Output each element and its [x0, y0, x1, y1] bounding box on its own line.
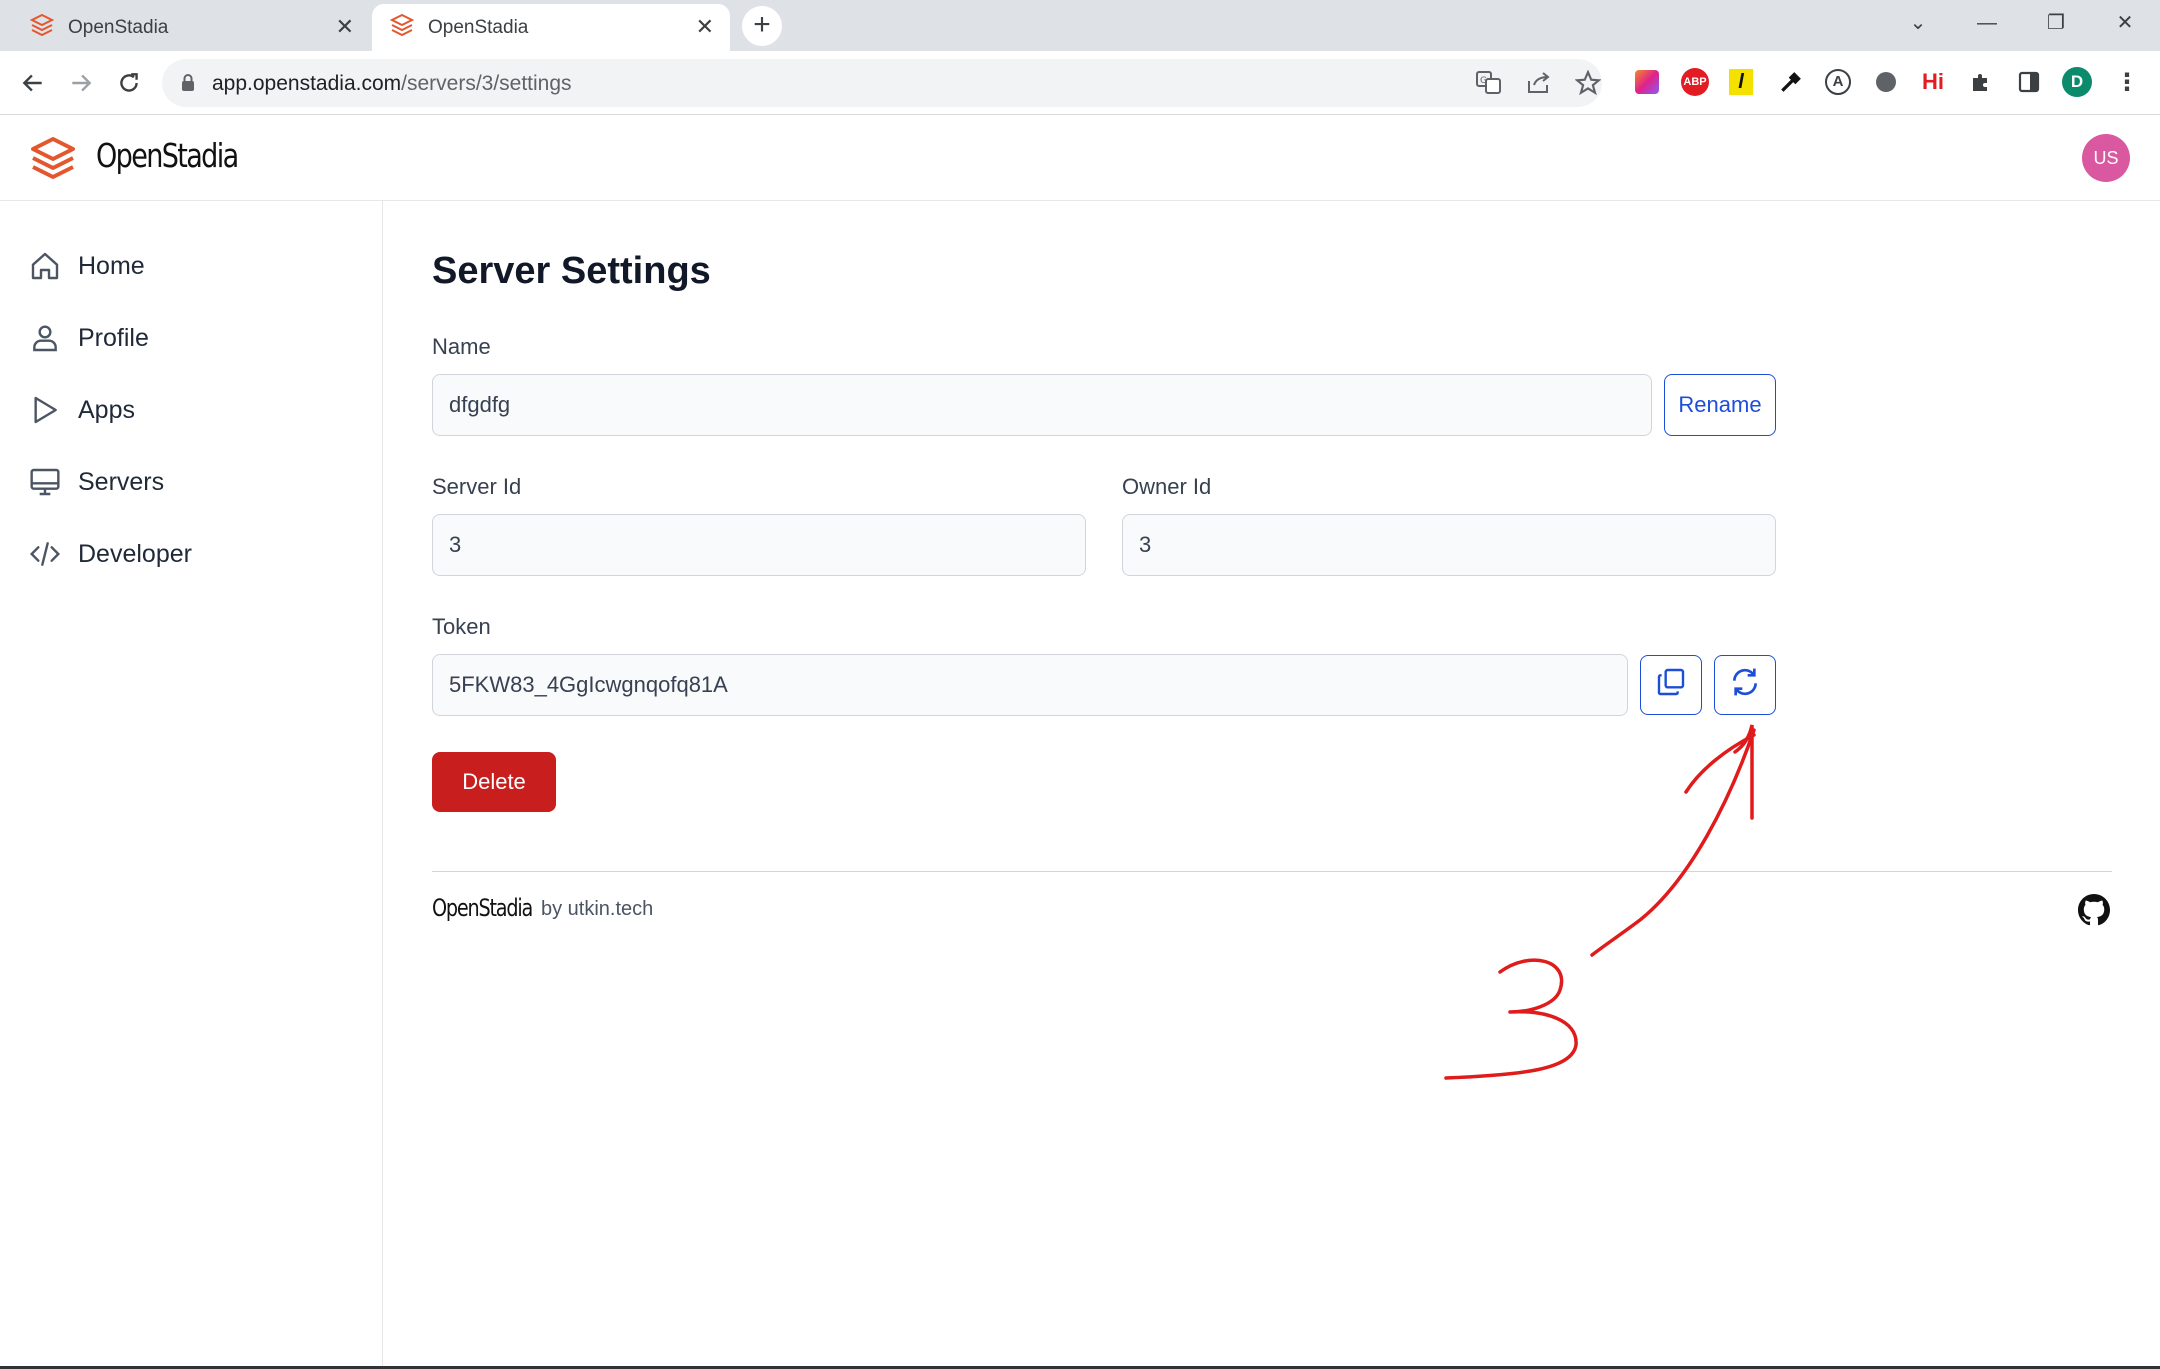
user-icon	[28, 321, 62, 355]
code-icon	[28, 537, 62, 571]
browser-tabstrip: OpenStadia ✕ OpenStadia ✕ + ⌄ — ❐ ✕	[0, 0, 2160, 51]
back-icon[interactable]	[14, 64, 52, 102]
owner-id-field[interactable]: 3	[1122, 514, 1776, 576]
token-label: Token	[432, 614, 491, 639]
gradient-extension-icon[interactable]	[1632, 67, 1662, 97]
footer-divider	[432, 871, 2112, 872]
openstadia-favicon-icon	[389, 13, 415, 43]
home-icon	[28, 249, 62, 283]
sidebar-item-developer[interactable]: Developer	[28, 534, 192, 574]
sidebar-item-label: Developer	[78, 539, 192, 568]
user-avatar[interactable]: US	[2082, 134, 2130, 182]
openstadia-favicon-icon	[29, 13, 55, 43]
profile-avatar[interactable]: D	[2062, 67, 2092, 97]
github-icon[interactable]	[2078, 894, 2110, 931]
annotation-arrow-3	[1420, 700, 1780, 1105]
tab-title: OpenStadia	[68, 16, 169, 38]
hi-extension-icon[interactable]: Hi	[1918, 67, 1948, 97]
svg-text:G: G	[1480, 76, 1487, 86]
server-id-label: Server Id	[432, 474, 522, 499]
adblock-plus-icon[interactable]: ABP	[1680, 67, 1710, 97]
name-field[interactable]: dfgdfg	[432, 374, 1652, 436]
restore-icon[interactable]: ❐	[2036, 6, 2076, 40]
name-label: Name	[432, 334, 491, 359]
forward-icon[interactable]	[62, 64, 100, 102]
highlighter-extension-icon[interactable]: l	[1726, 67, 1756, 97]
copy-icon	[1655, 666, 1687, 704]
tab-search-chevron-icon[interactable]: ⌄	[1898, 6, 1938, 40]
sidebar-item-apps[interactable]: Apps	[28, 390, 135, 430]
owner-id-label: Owner Id	[1122, 474, 1212, 499]
monitor-icon	[28, 465, 62, 499]
url-host: app.openstadia.com	[212, 72, 402, 95]
address-bar[interactable]: app.openstadia.com/servers/3/settings G	[162, 59, 1602, 107]
browser-tab-1[interactable]: OpenStadia ✕	[18, 4, 370, 51]
rename-button[interactable]: Rename	[1664, 374, 1776, 436]
eyedropper-icon[interactable]	[1776, 67, 1806, 97]
sidebar-item-label: Home	[78, 251, 145, 280]
tab-title: OpenStadia	[428, 16, 529, 38]
browser-tab-2[interactable]: OpenStadia ✕	[372, 4, 730, 51]
reload-icon[interactable]	[110, 64, 148, 102]
close-icon[interactable]: ✕	[696, 14, 714, 40]
sidebar: Home Profile Apps Servers Developer	[0, 201, 383, 1369]
lock-icon[interactable]	[180, 73, 196, 98]
refresh-icon	[1729, 666, 1761, 704]
sidebar-item-label: Apps	[78, 395, 135, 424]
sidebar-item-profile[interactable]: Profile	[28, 318, 149, 358]
side-panel-icon[interactable]	[2014, 67, 2044, 97]
minimize-icon[interactable]: —	[1967, 6, 2007, 40]
brand-name[interactable]: OpenStadia	[96, 136, 239, 175]
url-text: app.openstadia.com/servers/3/settings	[212, 72, 572, 96]
accessibility-a-icon[interactable]: A	[1823, 67, 1853, 97]
bookmark-star-icon[interactable]	[1574, 69, 1602, 101]
page-title: Server Settings	[432, 250, 711, 292]
close-icon[interactable]: ✕	[336, 14, 354, 40]
browser-toolbar: app.openstadia.com/servers/3/settings G …	[0, 51, 2160, 115]
sidebar-item-servers[interactable]: Servers	[28, 462, 164, 502]
new-tab-button[interactable]: +	[742, 6, 782, 46]
play-icon	[28, 393, 62, 427]
share-icon[interactable]	[1526, 71, 1552, 100]
sidebar-item-home[interactable]: Home	[28, 246, 145, 286]
openstadia-logo-icon[interactable]	[30, 136, 76, 187]
extensions-puzzle-icon[interactable]	[1966, 67, 1996, 97]
translate-icon[interactable]: G	[1476, 71, 1502, 100]
browser-menu-icon[interactable]: ⋮	[2112, 67, 2142, 97]
window-close-icon[interactable]: ✕	[2105, 6, 2145, 40]
footer-brand: OpenStadia	[432, 894, 533, 922]
url-path: /servers/3/settings	[401, 72, 572, 95]
server-id-field[interactable]: 3	[432, 514, 1086, 576]
app-header: OpenStadia US	[0, 116, 2160, 201]
sidebar-item-label: Profile	[78, 323, 149, 352]
sidebar-item-label: Servers	[78, 467, 165, 496]
ghost-extension-icon[interactable]	[1871, 67, 1901, 97]
footer-credit[interactable]: by utkin.tech	[541, 898, 653, 921]
delete-button[interactable]: Delete	[432, 752, 556, 812]
